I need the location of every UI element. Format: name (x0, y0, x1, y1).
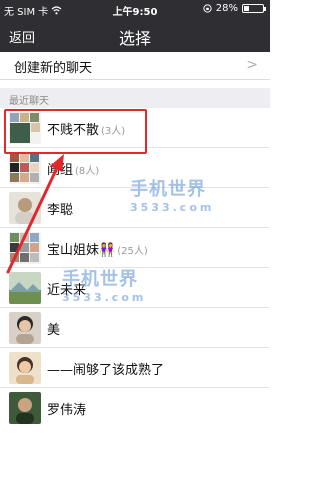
chat-item-jinweilai[interactable]: 近未来 (0, 268, 270, 308)
chat-name: 美 (47, 323, 61, 338)
chat-name: 近未来 (47, 283, 87, 298)
recent-chats-label: 最近聊天 (9, 96, 49, 107)
group-avatar (9, 152, 41, 184)
chat-name: 不贱不散 (3人) (47, 123, 126, 138)
chat-name: ——闹够了该成熟了 (47, 363, 165, 378)
status-right: 28% (203, 3, 266, 14)
chat-list: 不贱不散 (3人) 闻组 (8人) 李聪 宝山姐妹👭 (25人) 近未来 美 —… (0, 108, 270, 428)
person-avatar (9, 312, 41, 344)
person-avatar (9, 192, 41, 224)
chat-item-mei[interactable]: 美 (0, 308, 270, 348)
recent-chats-header: 最近聊天 (0, 88, 270, 108)
chevron-right-icon: > (246, 57, 258, 73)
create-new-chat-label: 创建新的聊天 (14, 61, 93, 76)
chat-item-licong[interactable]: 李聪 (0, 188, 270, 228)
chat-name: 闻组 (8人) (47, 163, 100, 178)
status-bar: 无 SIM 卡 上午9:50 28% (0, 0, 270, 18)
group-avatar (9, 112, 41, 144)
chat-item-luoweitao[interactable]: 罗伟涛 (0, 388, 270, 428)
page-title: 选择 (118, 29, 151, 48)
chat-name: 宝山姐妹👭 (25人) (47, 243, 148, 258)
person-avatar (9, 352, 41, 384)
rotation-lock-icon (203, 4, 212, 13)
create-new-chat-item[interactable]: 创建新的聊天 > (0, 52, 270, 80)
person-avatar (9, 392, 41, 424)
chat-name: 罗伟涛 (47, 403, 87, 418)
battery-percent: 28% (215, 3, 238, 14)
chat-item-baoshan-sisters[interactable]: 宝山姐妹👭 (25人) (0, 228, 270, 268)
nav-bar: 返回 选择 (0, 18, 270, 52)
group-avatar (9, 232, 41, 264)
chat-item-bujianbusan[interactable]: 不贱不散 (3人) (0, 108, 270, 148)
battery-icon (242, 4, 266, 13)
chat-item-wenzu[interactable]: 闻组 (8人) (0, 148, 270, 188)
landscape-avatar (9, 272, 41, 304)
chat-item-naogoule[interactable]: ——闹够了该成熟了 (0, 348, 270, 388)
chat-name: 李聪 (47, 203, 74, 218)
